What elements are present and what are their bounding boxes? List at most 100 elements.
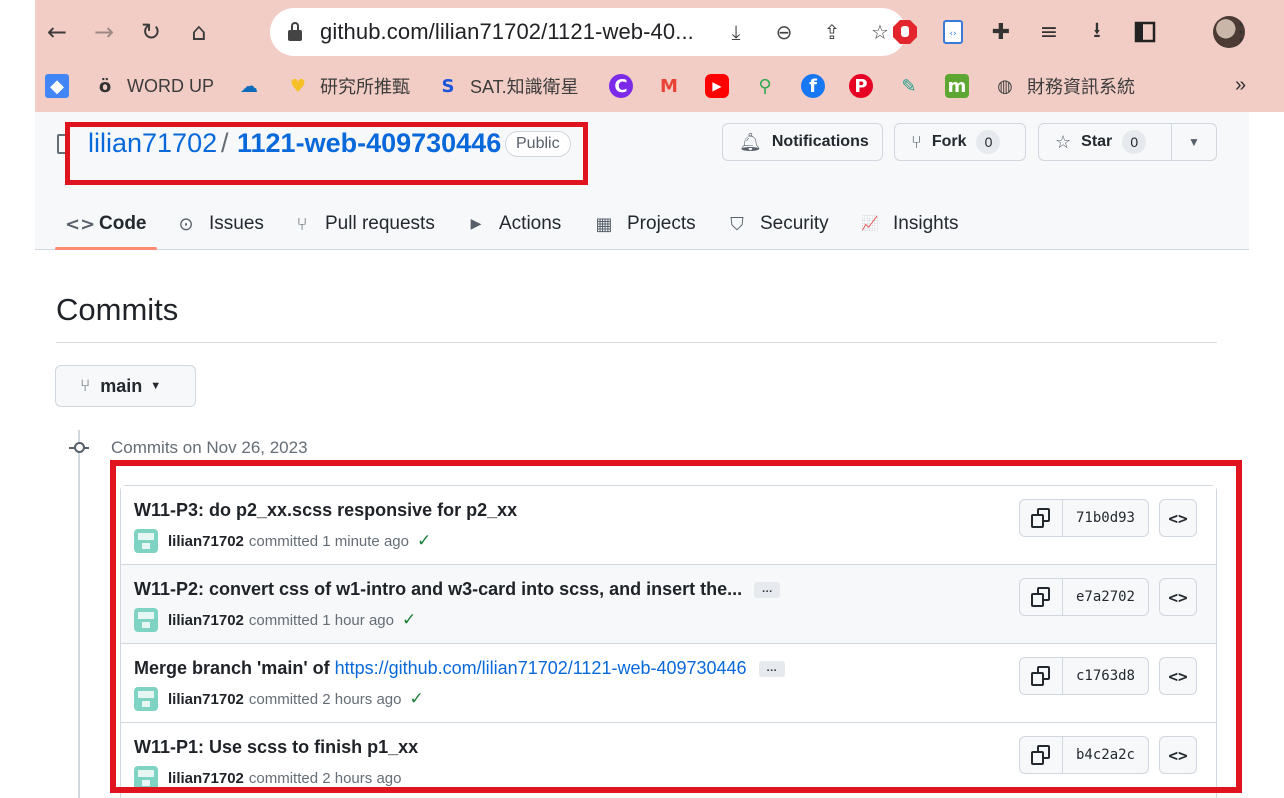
forward-arrow-icon[interactable]: → <box>86 14 122 50</box>
kebab-menu-icon[interactable]: ⋮ <box>1223 14 1259 50</box>
fork-button[interactable]: ⑂ Fork 0 <box>894 123 1026 161</box>
app-root: ← → ↻ ⌂ github.com/lilian71702/1121-web-… <box>0 0 1284 798</box>
tab-pull-requests[interactable]: ⑂ Pull requests <box>291 200 435 248</box>
address-bar-url[interactable]: github.com/lilian71702/1121-web-40... <box>320 19 694 45</box>
bookmark-youtube[interactable]: ▶ <box>705 66 739 106</box>
tab-label: Insights <box>893 213 959 234</box>
commit-day-label: Commits on Nov 26, 2023 <box>111 438 308 457</box>
bookmarks-bar: ◆ ö WORD UP ☁ ♥ 研究所推甄 S SAT.知識衛星 C M ▶ ⚲ <box>35 66 1284 106</box>
bookmark-tools[interactable]: ✎ <box>897 66 931 106</box>
fork-icon: ⑂ <box>911 131 922 153</box>
share-icon[interactable]: ⇪ <box>818 18 846 46</box>
pull-request-icon: ⑂ <box>296 213 308 235</box>
title-divider <box>56 342 1217 343</box>
bookmark-pinterest[interactable]: P <box>849 66 883 106</box>
back-arrow-icon[interactable]: ← <box>39 14 75 50</box>
zoom-icon[interactable]: ⊖ <box>770 18 798 46</box>
layers-icon: ◆ <box>45 74 69 98</box>
highlight-box-repo-title <box>65 122 588 185</box>
git-commit-icon <box>69 442 89 454</box>
tab-security[interactable]: ⛉ Security <box>726 200 829 248</box>
highlight-box-commits <box>110 460 1242 793</box>
bookmark-label: 財務資訊系統 <box>1027 77 1135 97</box>
tab-actions[interactable]: ▶ Actions <box>465 200 562 248</box>
notifications-button[interactable]: 🔔︎ Notifications <box>722 123 883 161</box>
pinterest-icon: P <box>849 74 873 98</box>
shield-icon: ⛉ <box>730 213 744 235</box>
table-icon: ▦ <box>595 213 613 235</box>
adblock-extension-icon[interactable] <box>887 14 923 50</box>
star-icon: ☆ <box>1055 131 1072 153</box>
github-page: lilian71702 / 1121-web-409730446 Public … <box>35 112 1249 798</box>
star-button[interactable]: ☆ Star 0 <box>1038 123 1172 161</box>
tab-issues[interactable]: ⊙ Issues <box>175 200 264 248</box>
bookmark-onedrive[interactable]: ☁ <box>237 66 271 106</box>
fork-count: 0 <box>976 130 1001 154</box>
tab-projects[interactable]: ▦ Projects <box>593 200 696 248</box>
svg-text:‹›: ‹› <box>949 29 956 39</box>
address-bar[interactable]: github.com/lilian71702/1121-web-40... ⤓ … <box>270 8 906 56</box>
youtube-icon: ▶ <box>705 74 729 98</box>
graph-icon: 📈 <box>861 216 879 232</box>
repo-header: lilian71702 / 1121-web-409730446 Public … <box>35 112 1249 250</box>
bookmark-sat[interactable]: S SAT.知識衛星 <box>436 66 579 106</box>
bookmark-label: SAT.知識衛星 <box>470 77 579 97</box>
facebook-icon: f <box>801 74 825 98</box>
play-circle-icon: ▶ <box>470 216 482 232</box>
bookmark-grad-school[interactable]: ♥ 研究所推甄 <box>286 66 410 106</box>
o-umlaut-icon: ö <box>98 75 112 97</box>
download-icon[interactable]: ⭳ <box>1079 14 1115 50</box>
code-icon: <> <box>65 213 96 235</box>
issue-circle-icon: ⊙ <box>178 213 194 235</box>
tab-label: Pull requests <box>325 213 435 234</box>
tab-label: Actions <box>499 213 562 234</box>
tools-icon: ✎ <box>901 75 917 97</box>
tab-code[interactable]: <> Code <box>55 200 156 250</box>
bookmark-facebook[interactable]: f <box>801 66 835 106</box>
branch-name: main <box>100 375 143 396</box>
bookmark-canva[interactable]: C <box>609 66 643 106</box>
triangle-down-icon: ▼ <box>150 380 162 392</box>
reload-icon[interactable]: ↻ <box>133 14 169 50</box>
tab-label: Code <box>99 213 147 234</box>
extensions-puzzle-icon[interactable]: ✚ <box>983 14 1019 50</box>
git-branch-icon: ⑂ <box>80 376 91 396</box>
star-label: Star <box>1081 133 1113 150</box>
globe-icon: ◍ <box>997 75 1013 97</box>
bookmark-finance[interactable]: ◍ 財務資訊系統 <box>993 66 1135 106</box>
install-app-icon[interactable]: ⤓ <box>722 18 750 46</box>
timeline-line <box>78 430 80 798</box>
bookmark-label: 研究所推甄 <box>320 77 410 97</box>
yellow-heart-icon: ♥ <box>289 75 307 97</box>
star-lists-dropdown[interactable]: ▼ <box>1172 123 1217 161</box>
bookmark-wordup[interactable]: ö WORD UP <box>93 66 214 106</box>
notifications-label: Notifications <box>771 133 869 150</box>
star-count: 0 <box>1122 130 1147 154</box>
bookmark-gmail[interactable]: M <box>657 66 691 106</box>
bookmark-maps[interactable]: ⚲ <box>753 66 787 106</box>
tab-label: Issues <box>209 213 264 234</box>
tab-label: Projects <box>627 213 696 234</box>
sat-logo-icon: S <box>441 75 455 97</box>
gmail-icon: M <box>660 75 678 97</box>
more-bookmarks-icon[interactable]: » <box>1235 74 1246 97</box>
maps-pin-icon: ⚲ <box>758 75 772 97</box>
canva-icon: C <box>609 74 633 98</box>
branch-selector-button[interactable]: ⑂ main ▼ <box>55 365 196 407</box>
side-panel-icon[interactable] <box>1127 14 1163 50</box>
moodle-icon: m <box>945 74 969 98</box>
fork-label: Fork <box>931 133 967 150</box>
home-icon[interactable]: ⌂ <box>181 14 217 50</box>
lock-icon <box>288 22 302 42</box>
page-title: Commits <box>56 292 179 327</box>
reading-list-icon[interactable]: ≡ <box>1031 14 1067 50</box>
triangle-down-icon: ▼ <box>1188 135 1200 149</box>
tab-insights[interactable]: 📈 Insights <box>859 200 958 248</box>
bookmark-label: WORD UP <box>127 75 214 96</box>
tab-label: Security <box>760 213 829 234</box>
bookmark-1[interactable]: ◆ <box>45 66 79 106</box>
bookmark-moodle[interactable]: m <box>945 66 979 106</box>
onedrive-cloud-icon: ☁ <box>240 75 258 97</box>
code-extension-icon[interactable]: ‹› <box>935 14 971 50</box>
bell-icon: 🔔︎ <box>739 131 762 153</box>
